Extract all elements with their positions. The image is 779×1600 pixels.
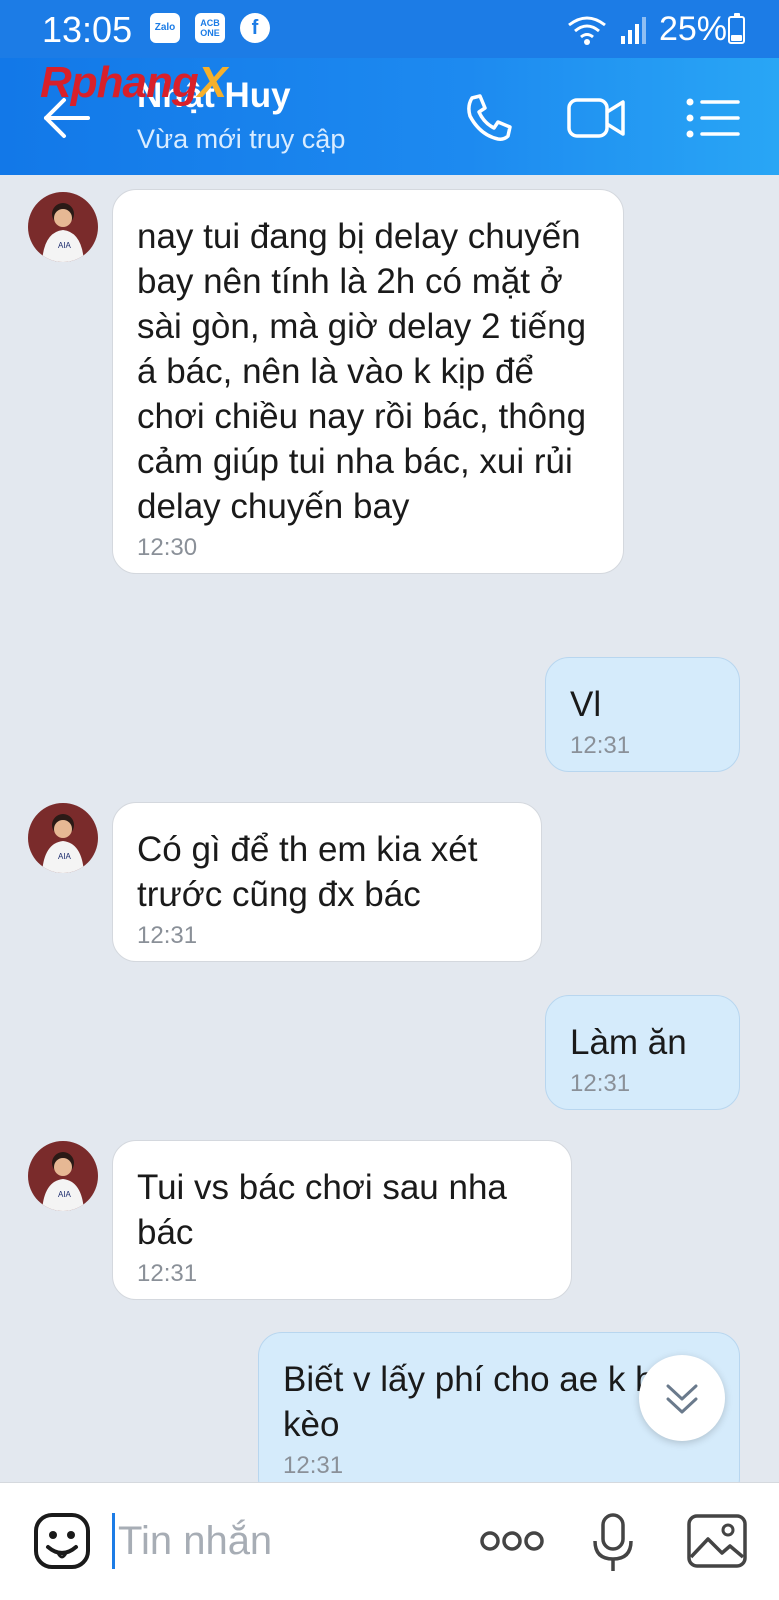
status-time: 13:05 xyxy=(42,9,133,50)
message-list[interactable]: AIA nay tui đang bị delay chuyến bay nên… xyxy=(0,175,779,1482)
image-icon[interactable] xyxy=(686,1513,748,1569)
chevron-double-down-icon xyxy=(666,1384,698,1414)
battery-level-fill xyxy=(731,35,742,41)
contact-status: Vừa mới truy cập xyxy=(137,124,346,154)
facebook-notification-icon: f xyxy=(240,13,270,43)
emoji-icon[interactable] xyxy=(32,1511,92,1571)
avatar[interactable]: AIA xyxy=(28,803,98,873)
message-time: 12:31 xyxy=(137,922,198,949)
message-input[interactable] xyxy=(118,1507,438,1575)
svg-text:AIA: AIA xyxy=(58,1190,72,1199)
menu-list-icon[interactable] xyxy=(682,90,744,146)
avatar[interactable]: AIA xyxy=(28,192,98,262)
phone-icon[interactable] xyxy=(458,90,520,146)
message-bubble[interactable]: Làm ăn 12:31 xyxy=(545,995,740,1110)
message-time: 12:31 xyxy=(283,1452,344,1479)
battery-icon xyxy=(728,13,745,44)
battery-percent: 25% xyxy=(658,10,727,48)
scroll-to-bottom-button[interactable] xyxy=(639,1355,725,1441)
message-text: Có gì để th em kia xét trước cũng đx bác xyxy=(137,830,478,914)
wifi-icon xyxy=(568,16,606,45)
watermark-text: Rphang xyxy=(40,58,199,107)
acb-notification-icon: ACB ONE xyxy=(195,13,225,43)
message-bubble[interactable]: Có gì để th em kia xét trước cũng đx bác… xyxy=(112,802,542,962)
message-bubble[interactable]: Vl 12:31 xyxy=(545,657,740,772)
chat-header: Nhật Huy RphangX Vừa mới truy cập xyxy=(0,58,779,175)
message-text: Tui vs bác chơi sau nha bác xyxy=(137,1168,507,1252)
message-time: 12:31 xyxy=(570,732,631,759)
message-text: nay tui đang bị delay chuyến bay nên tín… xyxy=(137,217,587,526)
text-caret xyxy=(112,1513,115,1569)
message-text: Vl xyxy=(570,685,602,724)
microphone-icon[interactable] xyxy=(588,1511,638,1575)
watermark-x: X xyxy=(197,58,227,107)
signal-icon xyxy=(620,16,646,44)
avatar[interactable]: AIA xyxy=(28,1141,98,1211)
message-text: Làm ăn xyxy=(570,1023,687,1062)
status-bar: 13:05 Zalo ACB ONE f 25% xyxy=(0,0,779,58)
message-bubble[interactable]: nay tui đang bị delay chuyến bay nên tín… xyxy=(112,189,624,574)
message-composer xyxy=(0,1482,779,1600)
zalo-notification-icon: Zalo xyxy=(150,13,180,43)
watermark-logo: RphangX xyxy=(40,58,227,108)
video-call-icon[interactable] xyxy=(565,90,627,146)
svg-text:AIA: AIA xyxy=(58,852,72,861)
message-time: 12:30 xyxy=(137,534,198,561)
message-time: 12:31 xyxy=(570,1070,631,1097)
message-input-wrapper xyxy=(112,1507,442,1575)
status-indicators: 25% xyxy=(565,10,727,49)
more-icon[interactable] xyxy=(478,1523,546,1559)
message-time: 12:31 xyxy=(137,1260,198,1287)
svg-text:AIA: AIA xyxy=(58,241,72,250)
message-bubble[interactable]: Tui vs bác chơi sau nha bác 12:31 xyxy=(112,1140,572,1300)
